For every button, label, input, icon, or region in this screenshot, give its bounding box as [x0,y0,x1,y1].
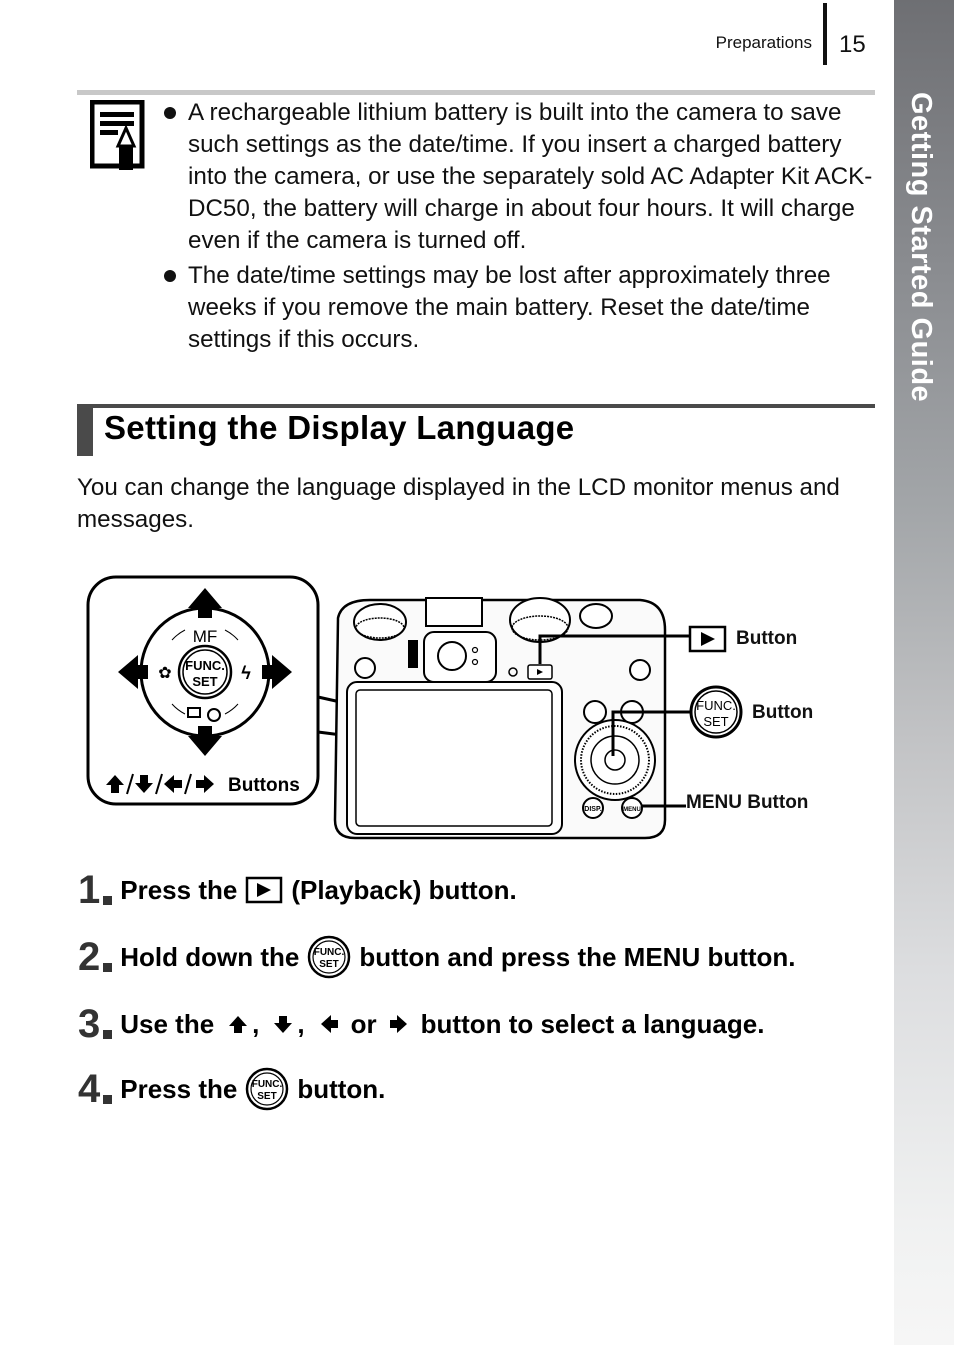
step-number: 3 [78,1002,100,1046]
macro-icon: ✿ [158,665,171,682]
section-heading-rule [77,404,875,408]
dpad-top-label: MF [193,627,218,646]
svg-text:FUNC.: FUNC. [696,698,736,713]
func-set-icon: FUNC. SET [689,685,743,739]
svg-text:SET: SET [258,1091,277,1102]
playback-icon [688,625,727,653]
svg-text:SET: SET [703,714,728,729]
callout-playback-label: Button [736,628,798,649]
memo-pencil-icon [90,100,145,170]
step-4: 4 Press the FUNC. SET button. [78,1067,386,1111]
step-number: 2 [78,935,100,979]
func-set-icon: FUNC. SET [308,935,351,979]
camera-figure: MF FUNC. SET ✿ ϟ Buttons DISP. MENU FUNC… [80,570,870,850]
svg-text:FUNC.: FUNC. [314,947,345,958]
arrow-left-icon [320,1015,338,1033]
step-number: 4 [78,1067,100,1111]
arrow-down-icon [274,1016,293,1033]
flash-icon: ϟ [241,663,251,683]
running-head-section: Preparations [715,33,812,52]
camera-body: DISP. MENU [333,597,667,840]
step-3: 3 Use the , , or button to select a lang… [78,1002,765,1046]
playback-icon [246,876,283,904]
note-bullet-item: The date/time settings may be lost after… [162,260,874,356]
step-1: 1 Press the (Playback) button. [78,868,517,912]
func-set-icon: FUNC. SET [246,1067,289,1111]
dpad-caption: Buttons [228,775,300,796]
note-bullet-item: A rechargeable lithium battery is built … [162,97,874,257]
callout-menu-label: MENU Button [686,792,809,813]
callout-func-label: Button [752,702,814,723]
bullet-dot [164,107,176,119]
step-2: 2 Hold down the FUNC. SET button and pre… [78,935,796,979]
arrow-up-icon [229,1016,248,1033]
svg-text:MENU: MENU [623,807,641,813]
svg-text:SET: SET [320,959,339,970]
arrow-right-icon [389,1015,407,1033]
section-intro: You can change the language displayed in… [77,474,840,533]
svg-text:DISP.: DISP. [584,806,601,813]
section-heading-bar [77,404,93,456]
svg-text:SET: SET [192,674,217,689]
section-title: Setting the Display Language [104,409,575,446]
svg-text:FUNC.: FUNC. [252,1079,283,1090]
note-top-rule [77,90,875,95]
bullet-dot [164,270,176,282]
step-number: 1 [78,868,100,912]
note-bullet-list: A rechargeable lithium battery is built … [162,97,874,359]
page-number: 15 [839,31,866,58]
side-tab-label: Getting Started Guide [905,92,937,403]
header-divider [823,3,827,65]
svg-text:FUNC.: FUNC. [185,658,225,673]
